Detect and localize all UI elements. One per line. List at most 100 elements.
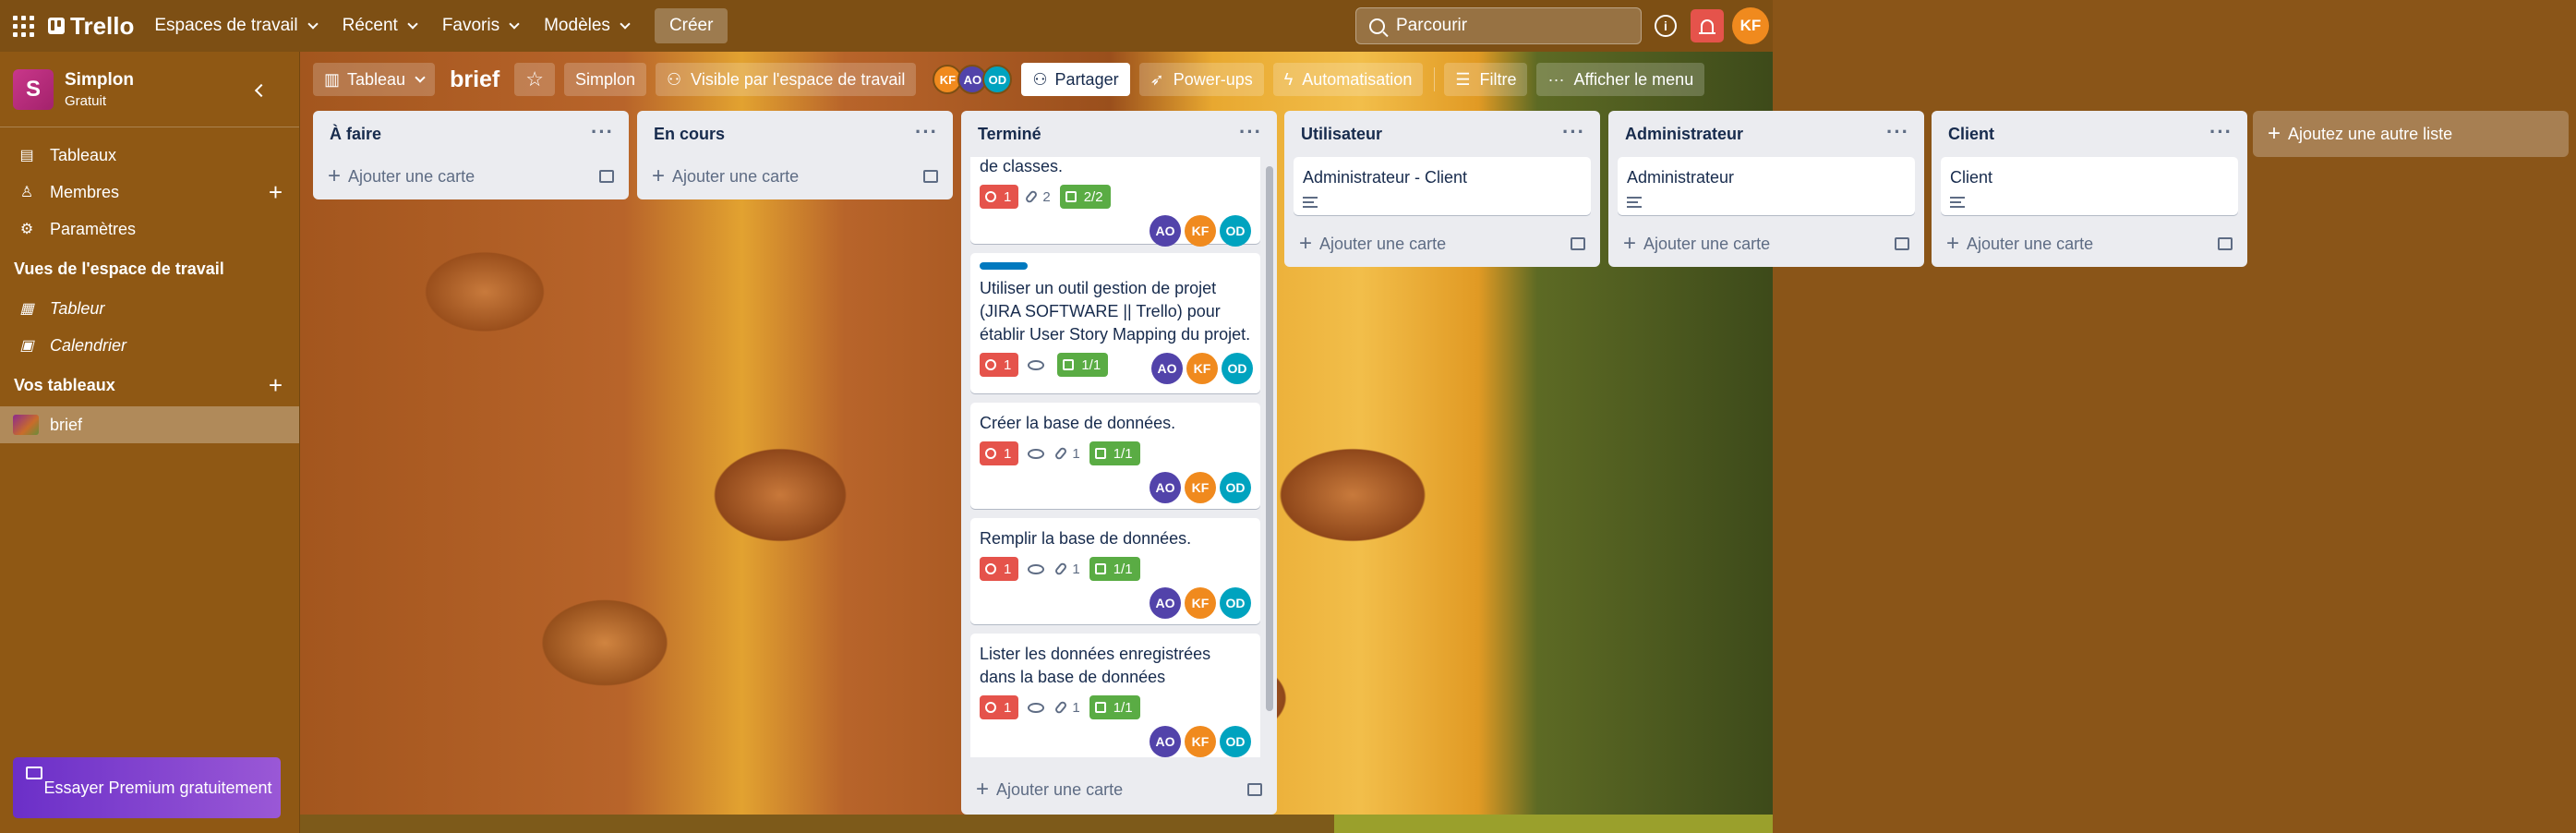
card-member-kf[interactable]: KF <box>1185 472 1216 503</box>
card-member-kf[interactable]: KF <box>1185 726 1216 757</box>
notifications-button[interactable] <box>1691 9 1724 42</box>
card[interactable]: Administrateur <box>1618 157 1915 215</box>
add-board-icon[interactable]: + <box>269 371 283 400</box>
try-premium-button[interactable]: Essayer Premium gratuitement <box>13 757 281 818</box>
card-template-icon[interactable] <box>1571 237 1585 250</box>
card[interactable]: Administrateur - Client <box>1294 157 1591 215</box>
clock-icon <box>985 191 996 202</box>
show-menu-button[interactable]: ··· Afficher le menu <box>1536 63 1705 96</box>
user-avatar[interactable]: KF <box>1732 7 1769 44</box>
watch-badge <box>1028 702 1048 713</box>
chevron-down-icon <box>415 71 426 83</box>
card-scroll-area[interactable]: de classes. 1 2 2/2 AO KF OD Utiliser un… <box>961 157 1277 757</box>
sidebar-item-calendar[interactable]: ▣ Calendrier <box>0 327 299 364</box>
card[interactable]: Lister les données enregistrées dans la … <box>970 634 1260 757</box>
card-template-icon[interactable] <box>1247 783 1262 796</box>
create-button[interactable]: Créer <box>654 8 728 43</box>
list-menu-icon[interactable]: ··· <box>1239 120 1262 144</box>
list-header[interactable]: Terminé ··· <box>961 111 1277 157</box>
attachments-badge: 2 <box>1024 186 1051 209</box>
clock-icon <box>985 702 996 713</box>
clock-icon <box>985 448 996 459</box>
card[interactable]: Utiliser un outil gestion de projet (JIR… <box>970 253 1260 393</box>
board-title[interactable]: brief <box>450 66 500 93</box>
card-template-icon[interactable] <box>1895 237 1909 250</box>
star-icon[interactable]: ☆ <box>514 63 555 96</box>
list-scrollbar[interactable] <box>1266 166 1273 711</box>
add-card-button[interactable]: + Ajouter une carte <box>1932 224 2247 263</box>
collapse-sidebar-icon[interactable] <box>254 83 269 98</box>
sidebar-item-settings[interactable]: ⚙ Paramètres <box>0 211 299 247</box>
powerups-button[interactable]: ➶ Power-ups <box>1138 63 1264 96</box>
card-member-od[interactable]: OD <box>1220 587 1251 619</box>
list-header[interactable]: À faire ··· <box>313 111 629 157</box>
filter-button[interactable]: ☰ Filtre <box>1444 63 1528 96</box>
workspace-avatar[interactable]: S <box>13 68 54 110</box>
list-menu-icon[interactable]: ··· <box>1886 120 1909 144</box>
list-menu-icon[interactable]: ··· <box>915 120 938 144</box>
nav-workspaces[interactable]: Espaces de travail <box>154 16 319 36</box>
trello-logo[interactable]: Trello <box>48 12 134 41</box>
visibility-button[interactable]: ⚇ Visible par l'espace de travail <box>656 63 917 96</box>
sidebar-board-brief[interactable]: brief <box>0 406 299 443</box>
list-header[interactable]: En cours ··· <box>637 111 953 157</box>
plus-icon: + <box>976 777 990 802</box>
list-menu-icon[interactable]: ··· <box>591 120 614 144</box>
workspace-name[interactable]: Simplon <box>65 70 134 91</box>
card-member-ao[interactable]: AO <box>1151 353 1183 384</box>
attachments-badge: 1 <box>1053 558 1080 581</box>
info-icon[interactable]: i <box>1655 15 1677 37</box>
add-list-button[interactable]: + Ajoutez une autre liste <box>2253 111 2569 157</box>
sidebar-item-table[interactable]: ▦ Tableur <box>0 290 299 327</box>
sidebar-item-members[interactable]: ♙ Membres + <box>0 174 299 211</box>
card-member-kf[interactable]: KF <box>1185 215 1216 247</box>
add-card-button[interactable]: + Ajouter une carte <box>961 770 1277 809</box>
list-header[interactable]: Utilisateur ··· <box>1284 111 1600 157</box>
card[interactable]: Créer la base de données. 1 1 1/1 AO KF … <box>970 403 1260 509</box>
card[interactable]: Client <box>1941 157 2238 215</box>
checklist-icon <box>1063 359 1075 370</box>
nav-templates[interactable]: Modèles <box>544 16 631 36</box>
card-template-icon[interactable] <box>2218 237 2233 250</box>
card-member-ao[interactable]: AO <box>1150 472 1181 503</box>
card-template-icon[interactable] <box>923 170 938 183</box>
card-member-ao[interactable]: AO <box>1150 215 1181 247</box>
card-label-blue[interactable] <box>980 262 1028 270</box>
sidebar-item-boards[interactable]: ▤ Tableaux <box>0 137 299 174</box>
search-input[interactable]: Parcourir <box>1355 7 1642 44</box>
list-header[interactable]: Administrateur ··· <box>1608 111 1924 157</box>
clock-icon <box>985 563 996 574</box>
add-card-button[interactable]: + Ajouter une carte <box>313 157 629 196</box>
member-avatar-od[interactable]: OD <box>982 65 1013 94</box>
workspace-button[interactable]: Simplon <box>564 63 647 96</box>
card-member-od[interactable]: OD <box>1220 215 1251 247</box>
card-member-od[interactable]: OD <box>1222 353 1253 384</box>
app-switcher-icon[interactable] <box>11 14 35 38</box>
share-button[interactable]: ⚇ Partager <box>1021 63 1130 96</box>
card-member-od[interactable]: OD <box>1220 472 1251 503</box>
eye-icon <box>1028 448 1045 459</box>
add-card-button[interactable]: + Ajouter une carte <box>1608 224 1924 263</box>
card[interactable]: de classes. 1 2 2/2 AO KF OD <box>970 157 1260 247</box>
nav-favorites[interactable]: Favoris <box>442 16 520 36</box>
add-card-button[interactable]: + Ajouter une carte <box>637 157 953 196</box>
automation-button[interactable]: ϟ Automatisation <box>1272 63 1424 96</box>
add-card-button[interactable]: + Ajouter une carte <box>1284 224 1600 263</box>
card-badges: 1 2 2/2 <box>980 184 1251 210</box>
card-members: AO KF OD <box>980 587 1251 619</box>
card-member-ao[interactable]: AO <box>1150 726 1181 757</box>
list-menu-icon[interactable]: ··· <box>1562 120 1585 144</box>
nav-recent[interactable]: Récent <box>343 16 418 36</box>
card-member-od[interactable]: OD <box>1220 726 1251 757</box>
add-member-icon[interactable]: + <box>269 178 283 207</box>
card-member-kf[interactable]: KF <box>1185 587 1216 619</box>
list-header[interactable]: Client ··· <box>1932 111 2247 157</box>
list-menu-icon[interactable]: ··· <box>2209 120 2233 144</box>
view-switcher-button[interactable]: ▥ Tableau <box>313 63 436 96</box>
card-member-kf[interactable]: KF <box>1186 353 1218 384</box>
due-badge: 1 <box>980 353 1019 377</box>
card-member-ao[interactable]: AO <box>1150 587 1181 619</box>
card[interactable]: Remplir la base de données. 1 1 1/1 AO K… <box>970 518 1260 624</box>
card-template-icon[interactable] <box>599 170 614 183</box>
due-badge: 1 <box>980 557 1019 581</box>
